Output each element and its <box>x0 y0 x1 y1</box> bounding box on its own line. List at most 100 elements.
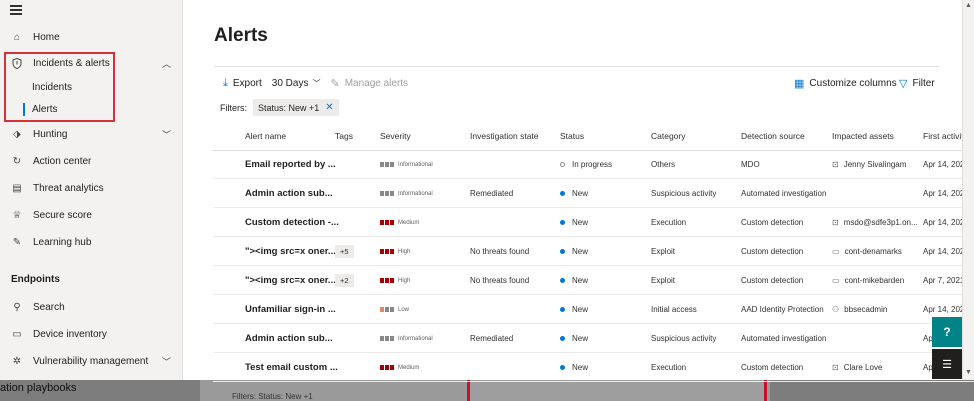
alert-name-cell[interactable]: Unfamiliar sign-in ... <box>245 295 336 324</box>
column-header-investigation-state[interactable]: Investigation state <box>470 131 539 141</box>
user-card-icon: ⊡ <box>832 363 839 372</box>
alert-name-link: Admin action sub... <box>245 188 333 199</box>
sidebar-item-hunting[interactable]: ⬗ Hunting ﹀ <box>0 123 183 145</box>
filter-button[interactable]: ▽ Filter <box>899 75 935 91</box>
sidebar-item-label: Action center <box>33 155 92 167</box>
export-label: Export <box>232 77 262 89</box>
impacted-assets-cell[interactable]: ▭ cont-mikebarden <box>832 266 904 295</box>
investigation-state-cell: No threats found <box>470 266 529 295</box>
status-cell: In progress <box>560 150 612 179</box>
hamburger-menu-icon[interactable] <box>10 5 22 15</box>
scroll-up-icon[interactable]: ▲ <box>965 2 972 9</box>
impacted-assets-cell[interactable]: ⊡ Clare Love <box>832 353 882 382</box>
date-range-dropdown[interactable]: 30 Days ﹀ <box>272 78 321 89</box>
category-cell: Exploit <box>651 266 675 295</box>
sidebar-item-vulnerability-management[interactable]: ✲ Vulnerability management ﹀ <box>0 350 183 372</box>
alert-name-cell[interactable]: Custom detection -... <box>245 208 339 237</box>
column-header-category[interactable]: Category <box>651 131 686 141</box>
sidebar-item-device-inventory[interactable]: ▭ Device inventory <box>0 323 183 345</box>
edit-icon: ✎ <box>330 77 340 90</box>
sidebar-item-threat-analytics[interactable]: ▤ Threat analytics <box>0 177 183 199</box>
alert-name-cell[interactable]: Admin action sub... <box>245 324 333 353</box>
chevron-down-icon[interactable]: ﹀ <box>162 355 171 368</box>
status-cell: New <box>560 324 588 353</box>
chevron-up-icon[interactable]: ︿ <box>162 57 171 70</box>
severity-label: Medium <box>398 219 420 226</box>
alert-name-link: Email reported by ... <box>245 159 336 170</box>
status-dot-icon <box>560 162 565 167</box>
detection-source-cell: Custom detection <box>741 266 803 295</box>
detection-source-cell: Custom detection <box>741 353 803 382</box>
manage-alerts-button[interactable]: ✎ Manage alerts <box>330 77 408 90</box>
column-header-detection-source[interactable]: Detection source <box>741 131 805 141</box>
first-activity-label: Apr 7, 2021 <box>923 276 965 285</box>
sidebar-item-action-center[interactable]: ↻ Action center <box>0 150 183 172</box>
customize-columns-button[interactable]: ▦ Customize columns <box>794 75 897 91</box>
column-header-tags[interactable]: Tags <box>335 131 353 141</box>
sidebar-item-home[interactable]: ⌂ Home <box>0 26 183 48</box>
help-icon: ? <box>943 325 951 339</box>
severity-label: Informational <box>398 335 433 342</box>
column-header-impacted-assets[interactable]: Impacted assets <box>832 131 894 141</box>
alert-name-cell[interactable]: Email reported by ... <box>245 150 336 179</box>
first-activity-cell: Apr 7, 2021 <box>923 266 964 295</box>
severity-label: Low <box>398 306 410 313</box>
filter-chip-label: Status: New +1 <box>258 102 320 113</box>
status-cell: New <box>560 353 588 382</box>
vulnerability-icon: ✲ <box>12 355 22 367</box>
column-header-status[interactable]: Status <box>560 131 584 141</box>
alert-name-cell[interactable]: Admin action sub... <box>245 179 333 208</box>
alert-name-cell[interactable]: "><img src=x oner... <box>245 237 336 266</box>
detection-source-label: MDO <box>741 160 760 169</box>
investigation-state-label: Remediated <box>470 189 514 198</box>
severity-bars-icon <box>380 365 395 370</box>
feedback-button[interactable]: ☰ <box>932 349 962 379</box>
investigation-state-label: No threats found <box>470 247 530 256</box>
sidebar-item-label: Threat analytics <box>33 182 104 194</box>
sidebar-item-search[interactable]: ⚲ Search <box>0 296 183 318</box>
sidebar-item-secure-score[interactable]: ♕ Secure score <box>0 204 183 226</box>
scrollbar[interactable]: ▲ ▼ <box>962 0 974 380</box>
status-cell: New <box>560 208 588 237</box>
severity-label: Medium <box>398 364 420 371</box>
alert-name-cell[interactable]: Test email custom ... <box>245 353 338 382</box>
table-row[interactable]: Unfamiliar sign-in ... Low New Initial acce… <box>213 295 974 324</box>
status-label: New <box>572 247 589 256</box>
page-title: Alerts <box>214 25 268 46</box>
download-icon: ⤓ <box>223 76 228 89</box>
export-button[interactable]: ⤓ Export <box>223 77 262 90</box>
severity-cell: High <box>380 237 410 266</box>
help-button[interactable]: ? <box>932 317 962 347</box>
chevron-down-icon[interactable]: ﹀ <box>162 128 171 141</box>
column-header-severity[interactable]: Severity <box>380 131 411 141</box>
status-label: New <box>572 218 589 227</box>
table-row[interactable]: Email reported by ... Informational In pro… <box>213 150 974 179</box>
close-icon[interactable]: ✕ <box>325 102 333 113</box>
impacted-assets-cell[interactable]: ⚇ bbsecadmin <box>832 295 887 324</box>
category-label: Suspicious activity <box>651 334 717 343</box>
table-row[interactable]: Test email custom ... Medium New Execution C… <box>213 353 974 382</box>
investigation-state-cell: Remediated <box>470 324 513 353</box>
laptop-icon: ▭ <box>12 328 22 340</box>
table-row[interactable]: Admin action sub... Informational Remediat… <box>213 324 974 353</box>
column-header-alert-name[interactable]: Alert name <box>245 131 286 141</box>
sidebar-item-learning-hub[interactable]: ✎ Learning hub <box>0 231 183 253</box>
impacted-assets-cell[interactable]: ▭ cont-denamarks <box>832 237 902 266</box>
status-filter-chip[interactable]: Status: New +1 ✕ <box>253 99 339 116</box>
date-range-label: 30 Days <box>271 77 309 89</box>
severity-label: Informational <box>398 190 433 197</box>
table-row[interactable]: Admin action sub... Informational Remediat… <box>213 179 974 208</box>
category-label: Exploit <box>651 276 676 285</box>
category-label: Others <box>651 160 676 169</box>
impacted-assets-cell[interactable]: ⊡ Jenny Sivalingam <box>832 150 906 179</box>
table-row[interactable]: "><img src=x oner... +2 High No threats fou… <box>213 266 974 295</box>
app-frame: ation playbooks Filters: Status: New +1 … <box>0 0 974 401</box>
scroll-down-icon[interactable]: ▼ <box>965 369 972 376</box>
table-row[interactable]: Custom detection -... Medium New Execution C… <box>213 208 974 237</box>
table-row[interactable]: "><img src=x oner... +5 High No threats fou… <box>213 237 974 266</box>
detection-source-label: Custom detection <box>741 276 804 285</box>
threat-analytics-icon: ▤ <box>12 182 22 194</box>
alert-name-cell[interactable]: "><img src=x oner... <box>245 266 336 295</box>
impacted-assets-cell[interactable]: ⊡ msdo@sdfe3p1.on... <box>832 208 918 237</box>
severity-label: Informational <box>398 161 433 168</box>
